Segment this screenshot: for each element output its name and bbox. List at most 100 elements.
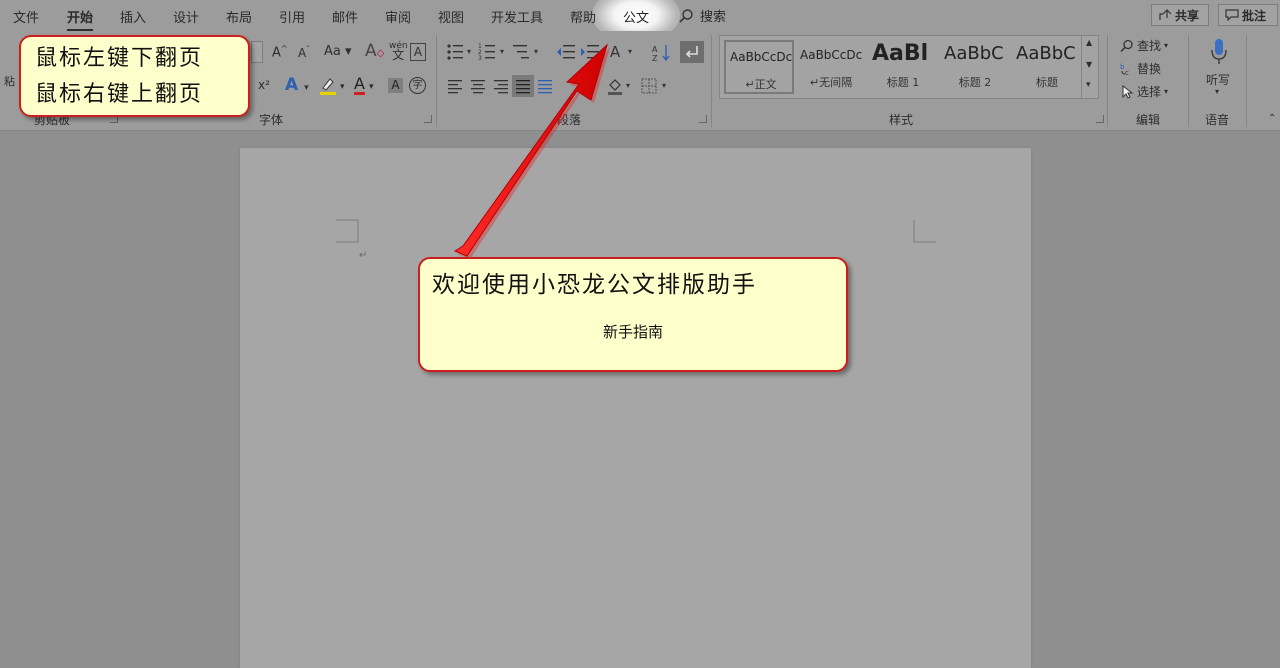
style-heading-2[interactable]: AaBbC 标题 2: [940, 40, 1010, 94]
group-label-editing: 编辑: [1136, 113, 1161, 127]
style-no-spacing[interactable]: AaBbCcDc ↵无间隔: [796, 40, 866, 94]
welcome-callout: 欢迎使用小恐龙公文排版助手 新手指南: [418, 257, 848, 372]
font-color-dropdown[interactable]: ▾: [369, 82, 374, 92]
group-separator: [711, 35, 712, 127]
tab-developer[interactable]: 开发工具: [491, 7, 543, 26]
search-box[interactable]: 搜索: [678, 6, 726, 25]
chinese-layout-icon[interactable]: A ▾: [610, 43, 636, 61]
styles-up-arrow[interactable]: ▲: [1086, 38, 1092, 47]
document-page[interactable]: ↵: [240, 148, 1031, 668]
tab-gongwen[interactable]: 公文: [623, 7, 649, 26]
style-name: 标题 1: [886, 76, 920, 89]
sort-icon[interactable]: AZ: [651, 43, 673, 63]
multilevel-list-icon[interactable]: ▾: [512, 43, 542, 61]
tab-references[interactable]: 引用: [279, 7, 305, 26]
tab-layout[interactable]: 布局: [226, 7, 252, 26]
styles-scroll: ▲ ▼ ▾: [1081, 36, 1098, 98]
align-right-icon[interactable]: [492, 77, 510, 95]
svg-text:c: c: [1125, 69, 1129, 76]
dictate-dropdown[interactable]: ▾: [1215, 87, 1219, 96]
grow-font-button[interactable]: A^: [272, 44, 288, 60]
borders-icon[interactable]: ▾: [640, 76, 670, 96]
svg-text:▾: ▾: [628, 47, 632, 56]
group-label-voice: 语音: [1205, 113, 1230, 127]
align-left-icon[interactable]: [446, 77, 464, 95]
svg-text:▾: ▾: [662, 81, 666, 90]
styles-down-arrow[interactable]: ▼: [1086, 60, 1092, 69]
find-button[interactable]: 查找 ▾: [1120, 37, 1168, 54]
style-title[interactable]: AaBbC 标题: [1012, 40, 1082, 94]
group-label-paragraph: 段落: [557, 113, 582, 127]
group-separator: [436, 35, 437, 127]
show-marks-icon[interactable]: [680, 41, 704, 63]
char-shading-button[interactable]: A: [388, 78, 403, 93]
decrease-indent-icon[interactable]: [556, 43, 576, 61]
enclose-char-button[interactable]: 字: [409, 77, 426, 94]
highlight-icon[interactable]: [318, 76, 338, 96]
svg-text:3: 3: [478, 55, 482, 61]
dictate-button[interactable]: 听写: [1206, 71, 1230, 88]
clear-format-button[interactable]: A◇: [365, 41, 384, 61]
style-name: 标题: [1036, 76, 1058, 89]
tab-review[interactable]: 审阅: [385, 7, 411, 26]
shading-icon[interactable]: ▾: [606, 76, 634, 96]
shrink-font-button[interactable]: Aˇ: [298, 45, 310, 60]
svg-text:▾: ▾: [534, 47, 538, 56]
tip-line-1: 鼠标左键下翻页: [35, 46, 204, 71]
share-icon: [1159, 9, 1172, 20]
char-border-button[interactable]: A: [410, 43, 426, 61]
paragraph-launcher[interactable]: [699, 115, 707, 123]
font-size-box[interactable]: [251, 41, 263, 63]
comment-label: 批注: [1242, 8, 1267, 23]
text-effects-button[interactable]: A ▾: [285, 75, 309, 95]
page-margin-marks: ↵: [336, 219, 936, 261]
share-button[interactable]: 共享: [1151, 4, 1209, 26]
numbering-icon[interactable]: 1 2 3 ▾: [478, 43, 508, 61]
comment-button[interactable]: 批注: [1218, 4, 1278, 26]
svg-text:▾: ▾: [467, 47, 471, 56]
superscript-button[interactable]: x²: [258, 78, 270, 92]
distributed-icon[interactable]: [537, 77, 553, 95]
style-normal[interactable]: AaBbCcDc ↵正文: [724, 40, 794, 94]
tab-view[interactable]: 视图: [438, 7, 464, 26]
font-launcher[interactable]: [424, 115, 432, 123]
style-sample: AaBl: [872, 41, 929, 66]
svg-text:↵: ↵: [359, 250, 367, 261]
phonetic-guide-button[interactable]: wén 文: [389, 42, 408, 62]
group-separator: [1107, 35, 1108, 127]
svg-text:▾: ▾: [500, 47, 504, 56]
search-label: 搜索: [700, 10, 727, 25]
cursor-icon: [1122, 84, 1134, 99]
group-separator: [1246, 35, 1247, 127]
styles-launcher[interactable]: [1096, 115, 1104, 123]
style-heading-1[interactable]: AaBl 标题 1: [868, 40, 938, 94]
select-button[interactable]: 选择 ▾: [1120, 83, 1168, 100]
increase-indent-icon[interactable]: [580, 43, 600, 61]
search-icon: [679, 8, 693, 23]
svg-text:Z: Z: [652, 54, 658, 63]
group-separator: [1188, 35, 1189, 127]
tab-design[interactable]: 设计: [173, 7, 199, 26]
select-label: 选择: [1137, 85, 1162, 99]
styles-more-arrow[interactable]: ▾: [1086, 80, 1091, 90]
font-color-button[interactable]: A: [354, 75, 365, 95]
tab-file[interactable]: 文件: [13, 7, 39, 26]
change-case-button[interactable]: Aa ▾: [324, 44, 352, 59]
tab-help[interactable]: 帮助: [570, 7, 596, 26]
justify-icon[interactable]: [512, 75, 534, 97]
find-label: 查找: [1137, 39, 1162, 53]
replace-button[interactable]: bc 替换: [1120, 60, 1161, 77]
collapse-ribbon-button[interactable]: ⌃: [1268, 113, 1276, 124]
beginner-guide-link[interactable]: 新手指南: [420, 321, 846, 342]
tab-insert[interactable]: 插入: [120, 7, 146, 26]
style-name: ↵正文: [745, 78, 777, 91]
svg-text:A: A: [610, 43, 621, 61]
style-sample: AaBbCcDc: [800, 48, 863, 62]
tab-mailings[interactable]: 邮件: [332, 7, 358, 26]
bullets-icon[interactable]: ▾: [446, 43, 474, 61]
highlight-dropdown[interactable]: ▾: [340, 82, 345, 92]
align-center-icon[interactable]: [469, 77, 487, 95]
tab-home[interactable]: 开始: [67, 7, 94, 32]
microphone-icon[interactable]: [1205, 37, 1233, 67]
comment-icon: [1225, 9, 1239, 21]
